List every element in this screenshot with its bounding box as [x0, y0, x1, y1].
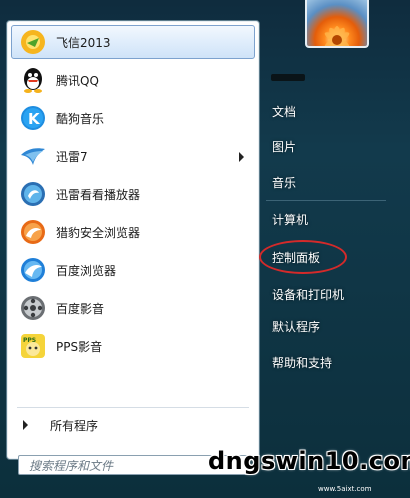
svg-text:PPS: PPS: [23, 337, 36, 344]
divider: [17, 407, 249, 408]
right-item-default-programs[interactable]: 默认程序: [266, 314, 356, 338]
program-item-thunder[interactable]: 迅雷7: [11, 139, 255, 173]
program-label: 百度浏览器: [56, 263, 117, 278]
right-item-music[interactable]: 音乐: [266, 170, 356, 194]
qq-icon: [18, 65, 48, 95]
thunder-icon: [18, 141, 48, 171]
liebao-browser-icon: [18, 217, 48, 247]
program-label: 迅雷7: [56, 149, 88, 164]
right-item-label: 帮助和支持: [272, 355, 333, 370]
program-item-xunlei-kankan[interactable]: 迅雷看看播放器: [11, 177, 255, 211]
program-item-qq[interactable]: 腾讯QQ: [11, 63, 255, 97]
program-label: 百度影音: [56, 301, 105, 316]
triangle-right-icon: [23, 420, 28, 430]
search-placeholder: 搜索程序和文件: [29, 458, 114, 473]
right-item-pictures[interactable]: 图片: [266, 134, 356, 158]
svg-text:K: K: [28, 110, 41, 128]
kugou-icon: K: [18, 103, 48, 133]
right-item-documents[interactable]: 文档: [266, 99, 356, 123]
start-menu: 飞信2013 腾讯QQ K 酷狗音乐 迅雷7 迅雷看看播放器 猎豹安全浏览器 百…: [0, 0, 410, 498]
program-label: PPS影音: [56, 339, 103, 354]
all-programs-button[interactable]: 所有程序: [15, 413, 251, 437]
program-item-pps[interactable]: PPS PPS影音: [11, 329, 255, 363]
baidu-browser-icon: [18, 255, 48, 285]
program-label: 迅雷看看播放器: [56, 187, 141, 202]
watermark-subtext: www.5aixt.com: [318, 485, 372, 493]
submenu-arrow-icon[interactable]: [239, 152, 244, 162]
program-item-fetion[interactable]: 飞信2013: [11, 25, 255, 59]
right-item-label: 默认程序: [272, 319, 321, 334]
right-item-label: 音乐: [272, 175, 297, 190]
program-item-kugou[interactable]: K 酷狗音乐: [11, 101, 255, 135]
flower-icon: [324, 26, 350, 46]
program-item-liebao-browser[interactable]: 猎豹安全浏览器: [11, 215, 255, 249]
right-item-computer[interactable]: 计算机: [266, 207, 356, 231]
watermark-text: dngswin10.com: [208, 447, 410, 475]
right-item-label: 图片: [272, 139, 297, 154]
program-label: 猎豹安全浏览器: [56, 225, 141, 240]
user-picture[interactable]: [305, 0, 369, 48]
program-label: 酷狗音乐: [56, 111, 105, 126]
red-circle-annotation: [259, 240, 347, 274]
right-item-label: 设备和打印机: [272, 287, 345, 302]
program-item-baidu-player[interactable]: 百度影音: [11, 291, 255, 325]
program-label: 腾讯QQ: [56, 73, 99, 88]
fetion-icon: [18, 27, 48, 57]
right-item-devices-printers[interactable]: 设备和打印机: [266, 282, 356, 306]
right-item-help-support[interactable]: 帮助和支持: [266, 350, 356, 374]
program-label: 飞信2013: [56, 35, 111, 50]
program-item-baidu-browser[interactable]: 百度浏览器: [11, 253, 255, 287]
divider: [266, 200, 386, 201]
user-name-redacted: [271, 74, 305, 81]
pps-icon: PPS: [18, 331, 48, 361]
baidu-player-icon: [18, 293, 48, 323]
right-item-label: 文档: [272, 104, 297, 119]
all-programs-label: 所有程序: [50, 418, 99, 433]
right-item-label: 计算机: [272, 212, 309, 227]
xunlei-kankan-icon: [18, 179, 48, 209]
programs-pane: 飞信2013 腾讯QQ K 酷狗音乐 迅雷7 迅雷看看播放器 猎豹安全浏览器 百…: [6, 20, 260, 460]
